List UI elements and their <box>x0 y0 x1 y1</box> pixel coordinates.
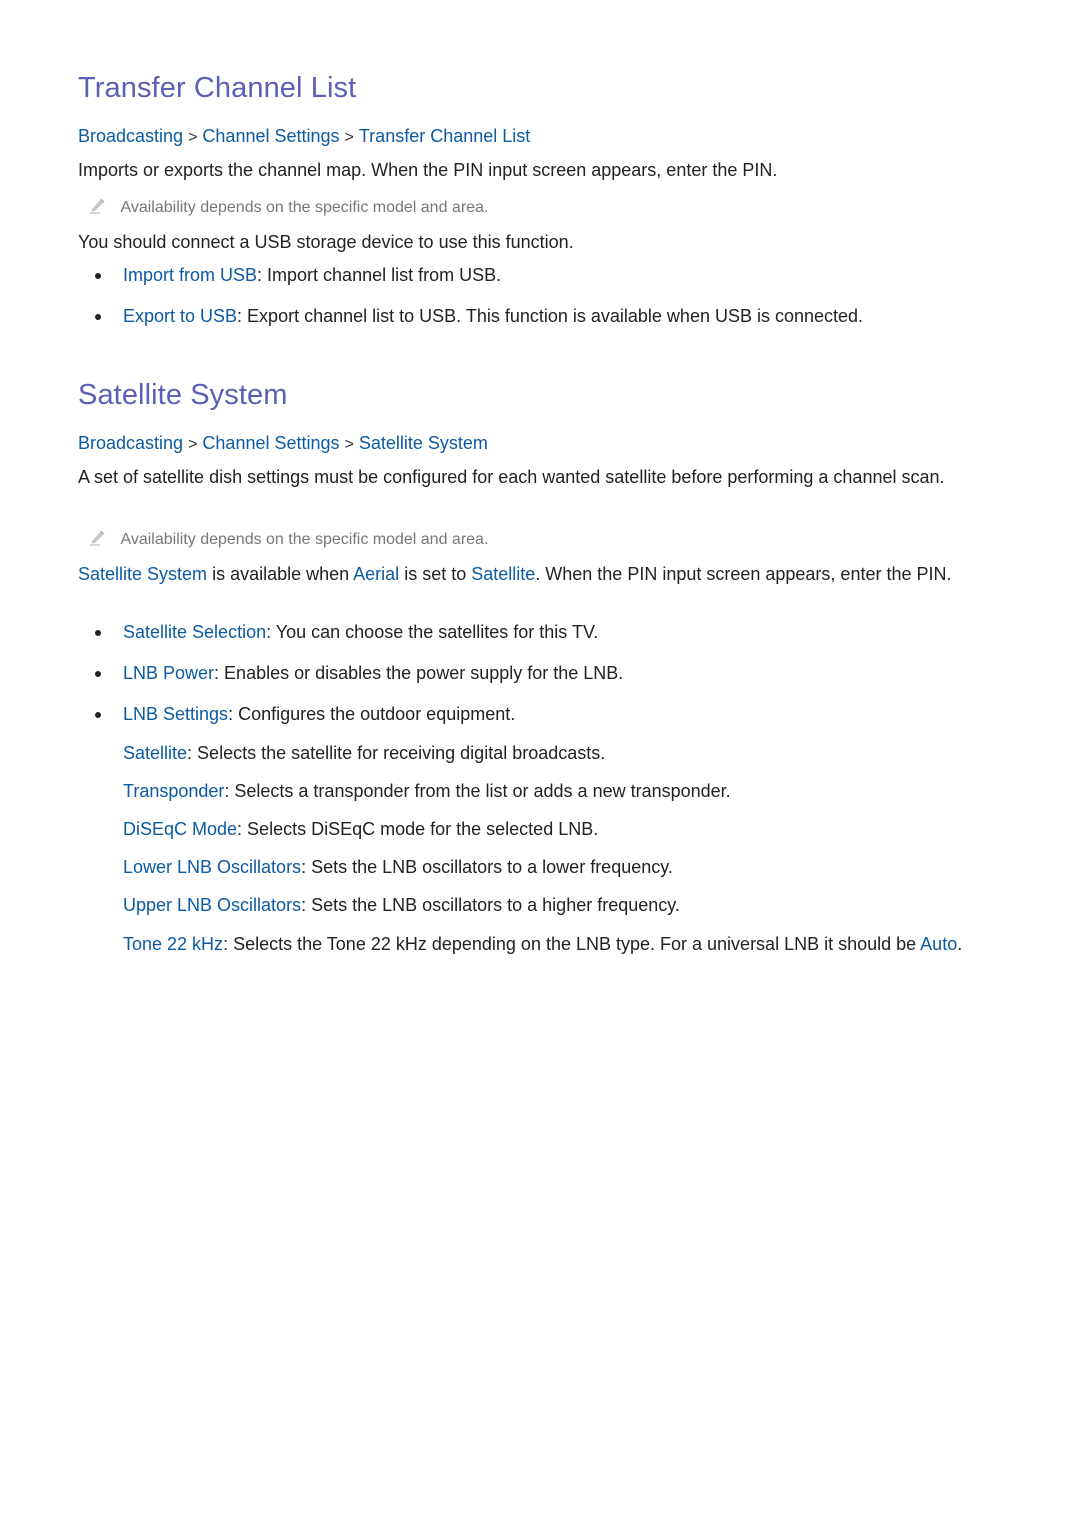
availability-text: Satellite System is available when Aeria… <box>78 562 1003 587</box>
section-title-satellite-system: Satellite System <box>78 379 288 411</box>
term-upper-lnb-oscillators[interactable]: Upper LNB Oscillators <box>123 895 301 915</box>
item-text: : You can choose the satellites for this… <box>266 622 599 642</box>
sub-item-text: : Sets the LNB oscillators to a higher f… <box>301 895 680 915</box>
sub-item-text: : Selects the satellite for receiving di… <box>187 743 606 763</box>
sub-item: Lower LNB Oscillators: Sets the LNB osci… <box>123 854 1003 880</box>
requirement-text: You should connect a USB storage device … <box>78 232 574 252</box>
term-lower-lnb-oscillators[interactable]: Lower LNB Oscillators <box>123 857 301 877</box>
pencil-icon <box>90 530 105 546</box>
breadcrumb-transfer-channel-list[interactable]: Transfer Channel List <box>359 126 530 146</box>
section-title-transfer-channel-list: Transfer Channel List <box>78 72 357 104</box>
sub-item-text: : Selects a transponder from the list or… <box>224 781 731 801</box>
breadcrumb-separator: > <box>344 436 354 453</box>
term-auto[interactable]: Auto <box>920 934 957 954</box>
breadcrumb-separator: > <box>188 436 198 453</box>
term-lnb-power[interactable]: LNB Power <box>123 663 214 683</box>
availability-note: Availability depends on the specific mod… <box>0 527 488 549</box>
breadcrumb-separator: > <box>188 129 198 146</box>
section-description: Imports or exports the channel map. When… <box>78 160 778 180</box>
sub-item: Tone 22 kHz: Selects the Tone 22 kHz dep… <box>123 931 1003 957</box>
item-text: : Configures the outdoor equipment. <box>228 704 516 724</box>
term-satellite-selection[interactable]: Satellite Selection <box>123 622 266 642</box>
breadcrumb-separator: > <box>344 129 354 146</box>
item-text: : Enables or disables the power supply f… <box>214 663 624 683</box>
term-aerial[interactable]: Aerial <box>353 564 399 584</box>
term-satellite[interactable]: Satellite <box>123 743 187 763</box>
bullet-dot <box>95 630 101 636</box>
section-description: A set of satellite dish settings must be… <box>78 467 945 487</box>
note-text: Availability depends on the specific mod… <box>120 199 489 216</box>
breadcrumb-broadcasting[interactable]: Broadcasting <box>78 126 183 146</box>
term-import-from-usb[interactable]: Import from USB <box>123 265 257 285</box>
bullet-dot <box>95 671 101 677</box>
text-segment: . When the PIN input screen appears, ent… <box>535 564 952 584</box>
term-satellite-system[interactable]: Satellite System <box>78 564 207 584</box>
term-export-to-usb[interactable]: Export to USB <box>123 306 237 326</box>
breadcrumb: Broadcasting > Channel Settings > Transfer C… <box>78 126 530 147</box>
breadcrumb-broadcasting[interactable]: Broadcasting <box>78 433 183 453</box>
bullet-dot <box>95 273 101 279</box>
item-text: : Export channel list to USB. This funct… <box>237 306 864 326</box>
bullet-dot <box>95 314 101 320</box>
text-segment: is available when <box>207 564 354 584</box>
sub-item-text: : Sets the LNB oscillators to a lower fr… <box>301 857 673 877</box>
sub-item: Satellite: Selects the satellite for rec… <box>123 740 1003 766</box>
pencil-icon <box>90 198 105 214</box>
sub-item: DiSEqC Mode: Selects DiSEqC mode for the… <box>123 816 1003 842</box>
breadcrumb-channel-settings[interactable]: Channel Settings <box>202 433 339 453</box>
sub-item-text: : Selects the Tone 22 kHz depending on t… <box>223 934 921 954</box>
sub-item: Upper LNB Oscillators: Sets the LNB osci… <box>123 892 1003 918</box>
note-text: Availability depends on the specific mod… <box>120 531 489 548</box>
availability-note: Availability depends on the specific mod… <box>0 195 488 217</box>
sub-item: Transponder: Selects a transponder from … <box>123 778 1003 804</box>
bullet-dot <box>95 712 101 718</box>
sub-item-text: : Selects DiSEqC mode for the selected L… <box>237 819 599 839</box>
term-transponder[interactable]: Transponder <box>123 781 224 801</box>
breadcrumb-satellite-system[interactable]: Satellite System <box>359 433 488 453</box>
breadcrumb-channel-settings[interactable]: Channel Settings <box>202 126 339 146</box>
term-lnb-settings[interactable]: LNB Settings <box>123 704 228 724</box>
item-text: : Import channel list from USB. <box>257 265 502 285</box>
term-tone-22-khz[interactable]: Tone 22 kHz <box>123 934 223 954</box>
text-segment: is set to <box>399 564 472 584</box>
term-diseqc-mode[interactable]: DiSEqC Mode <box>123 819 237 839</box>
sub-item-text-end: . <box>957 934 963 954</box>
term-satellite[interactable]: Satellite <box>471 564 535 584</box>
breadcrumb: Broadcasting > Channel Settings > Satellite … <box>78 433 488 454</box>
